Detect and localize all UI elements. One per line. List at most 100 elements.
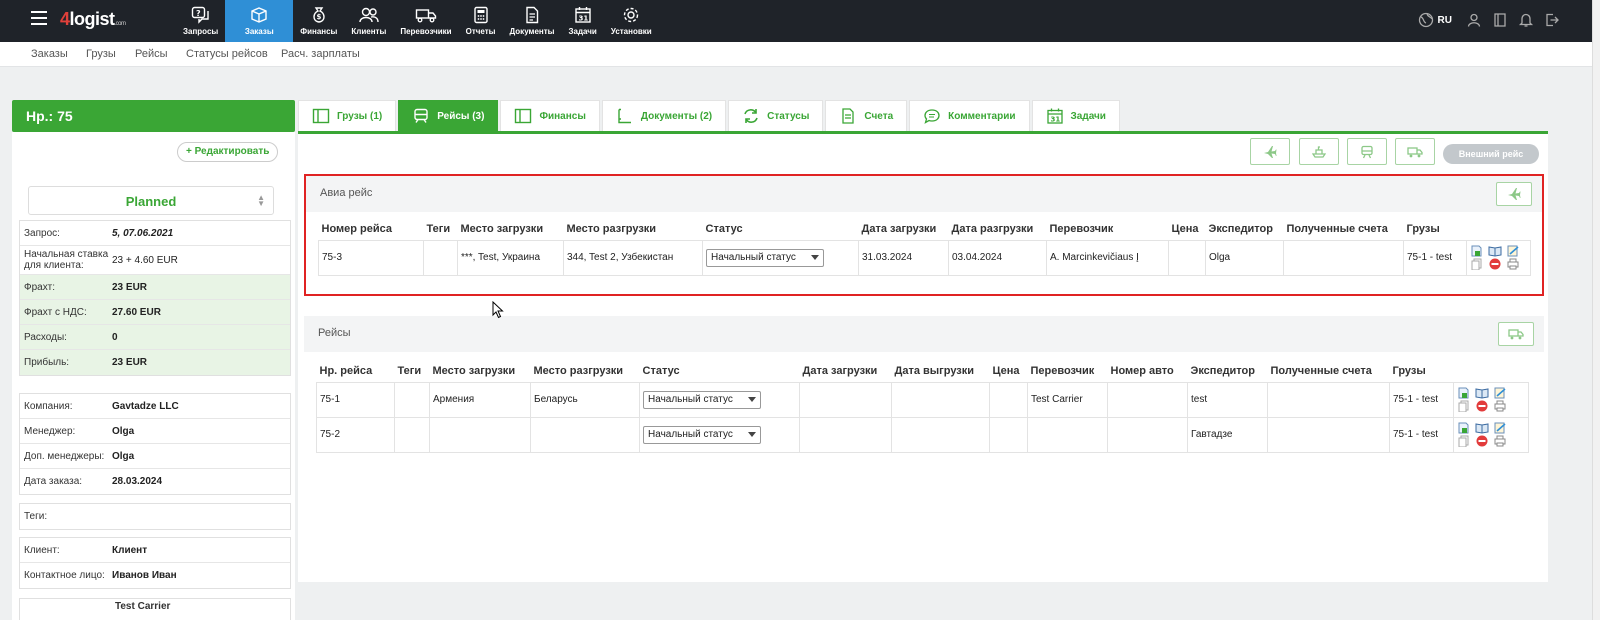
add-road-trip-button[interactable] — [1395, 138, 1435, 165]
status-select[interactable]: Начальный статус — [643, 390, 761, 409]
tab-statuses[interactable]: Статусы — [728, 100, 824, 131]
external-trip-button[interactable]: Внешний рейс — [1443, 144, 1539, 164]
edit-button[interactable]: + Редактировать — [177, 142, 279, 162]
nav-label: Отчеты — [465, 27, 496, 36]
logout-icon[interactable] — [1544, 12, 1560, 28]
open-book-icon[interactable] — [1488, 245, 1502, 257]
add-document-icon[interactable] — [1470, 245, 1484, 257]
nav-orders[interactable]: Заказы — [225, 0, 294, 42]
column-header: Дата выгрузки — [894, 364, 975, 377]
language-selector[interactable]: RU — [1438, 15, 1452, 26]
nav-settings[interactable]: Установки — [604, 0, 659, 42]
status-select[interactable]: Начальный статус — [643, 425, 761, 444]
info-value: 23 + 4.60 EUR — [112, 254, 178, 266]
info-value: Test Carrier — [115, 601, 171, 612]
request-link[interactable]: 5, 07.06.2021 — [112, 228, 173, 239]
carrier-cell — [1027, 416, 1108, 453]
trip-number-cell[interactable]: 75-3 — [318, 239, 424, 276]
edit-note-icon[interactable] — [1493, 422, 1507, 434]
subnav-salary[interactable]: Расч. зарплаты — [281, 48, 360, 60]
client-link[interactable]: Клиент — [112, 545, 147, 556]
open-book-icon[interactable] — [1475, 422, 1489, 434]
document-icon — [618, 108, 631, 124]
book-icon[interactable] — [1492, 12, 1508, 28]
section-title: Авиа рейс — [320, 187, 373, 199]
delete-icon[interactable] — [1488, 258, 1502, 270]
globe-icon[interactable] — [1418, 12, 1434, 28]
add-rail-trip-button[interactable] — [1347, 138, 1387, 165]
sub-nav: Заказы Грузы Рейсы Статусы рейсов Расч. … — [0, 42, 1592, 67]
open-book-icon[interactable] — [1475, 387, 1489, 399]
section-title: Рейсы — [318, 327, 351, 339]
menu-icon[interactable] — [31, 11, 47, 25]
column-header: Экспедитор — [1190, 364, 1256, 377]
table-row[interactable]: 75-3 ***, Test, Украина 344, Test 2, Узб… — [318, 239, 1531, 276]
user-icon[interactable] — [1466, 12, 1482, 28]
app-logo[interactable]: 4logist.com — [60, 9, 126, 30]
column-header: Место загрузки — [460, 222, 544, 235]
edit-note-icon[interactable] — [1506, 245, 1520, 257]
column-header: Цена — [992, 364, 1020, 377]
subnav-cargo[interactable]: Грузы — [86, 48, 116, 60]
nav-clients[interactable]: Клиенты — [344, 0, 393, 42]
add-document-icon[interactable] — [1457, 422, 1471, 434]
tab-finance[interactable]: Финансы — [500, 100, 600, 131]
add-air-trip-icon-button[interactable] — [1496, 182, 1532, 206]
info-label: Расходы: — [24, 331, 67, 343]
air-trip-header: Авиа рейс — [306, 176, 1542, 212]
trip-number-cell[interactable]: 75-1 — [316, 381, 395, 418]
print-icon[interactable] — [1493, 400, 1507, 412]
edit-note-icon[interactable] — [1493, 387, 1507, 399]
delete-icon[interactable] — [1475, 400, 1489, 412]
page-scrollbar[interactable] — [1592, 0, 1600, 620]
actions-cell — [1453, 416, 1529, 453]
subnav-trip-statuses[interactable]: Статусы рейсов — [186, 48, 268, 60]
status-value: Planned — [125, 194, 177, 209]
bus-icon — [414, 108, 428, 123]
table-row[interactable]: 75-1 Армения Беларусь Начальный статус T… — [316, 381, 1529, 418]
info-row: Доп. менеджеры: Olga — [20, 444, 290, 469]
add-air-trip-button[interactable] — [1250, 138, 1290, 165]
add-road-trip-icon-button[interactable] — [1498, 322, 1534, 346]
print-icon[interactable] — [1493, 435, 1507, 447]
tab-trips[interactable]: Рейсы (3) — [398, 100, 499, 131]
info-label: Компания: — [24, 400, 73, 412]
nav-label: Финансы — [300, 27, 338, 36]
info-label: Доп. менеджеры: — [24, 450, 105, 462]
nav-carriers[interactable]: Перевозчики — [393, 0, 458, 42]
tab-comments[interactable]: Комментарии — [909, 100, 1030, 131]
forwarder-cell: Гавтадзе — [1187, 416, 1268, 453]
copy-icon[interactable] — [1457, 435, 1471, 447]
order-info-panel: + Редактировать Planned ▲ ▼ Запрос: 5, 07.… — [12, 132, 295, 620]
status-select[interactable]: Начальный статус — [706, 248, 824, 267]
delete-icon[interactable] — [1475, 435, 1489, 447]
column-header: Полученные счета — [1286, 222, 1388, 235]
tab-tasks[interactable]: 31 Задачи — [1031, 100, 1120, 131]
nav-finance[interactable]: $ Финансы — [293, 0, 344, 42]
order-status-select[interactable]: Planned ▲ ▼ — [28, 186, 274, 215]
unload-place-cell: 344, Test 2, Узбекистан — [563, 239, 703, 276]
status-value: Начальный статус — [648, 394, 733, 405]
column-header: Теги — [426, 222, 451, 235]
bell-icon[interactable] — [1518, 12, 1534, 28]
copy-icon[interactable] — [1470, 258, 1484, 270]
nav-requests[interactable]: ? Запросы — [176, 0, 225, 42]
info-label: Фрахт: — [24, 281, 55, 293]
load-date-cell — [799, 381, 892, 418]
table-row[interactable]: 75-2 Начальный статус Гавтадзе 75-1 - te… — [316, 416, 1529, 453]
copy-icon[interactable] — [1457, 400, 1471, 412]
column-header: Грузы — [1406, 222, 1440, 235]
subnav-orders[interactable]: Заказы — [31, 48, 68, 60]
nav-reports[interactable]: Отчеты — [459, 0, 503, 42]
tab-documents[interactable]: Документы (2) — [601, 100, 727, 131]
add-sea-trip-button[interactable] — [1299, 138, 1339, 165]
tab-invoices[interactable]: Счета — [825, 100, 908, 131]
nav-tasks[interactable]: 31 Задачи — [561, 0, 603, 42]
add-document-icon[interactable] — [1457, 387, 1471, 399]
tab-cargo[interactable]: Грузы (1) — [298, 100, 397, 131]
trip-number-cell[interactable]: 75-2 — [316, 416, 395, 453]
subnav-trips[interactable]: Рейсы — [135, 48, 168, 60]
column-header-actions — [1467, 214, 1531, 240]
print-icon[interactable] — [1506, 258, 1520, 270]
nav-documents[interactable]: Документы — [503, 0, 562, 42]
